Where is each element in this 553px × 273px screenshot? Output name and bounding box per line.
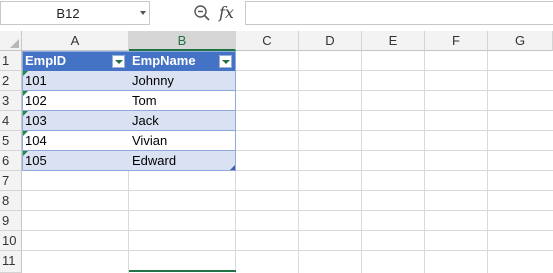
grid-vline [361,51,362,273]
error-indicator-icon [22,111,28,117]
column-header-a[interactable]: A [22,31,129,51]
chevron-down-icon [222,60,230,64]
dropdown-arrow-icon[interactable] [140,11,146,15]
table-cell[interactable]: 102 [22,91,129,111]
error-indicator-icon [22,91,28,97]
error-indicator-icon [22,131,28,137]
name-box[interactable]: B12 [0,1,150,25]
row-header-8[interactable]: 8 [0,191,22,211]
row-header-1[interactable]: 1 [0,51,22,71]
grid-hline [22,210,553,211]
row-header-5[interactable]: 5 [0,131,22,151]
row-header-6[interactable]: 6 [0,151,22,171]
row-header-4[interactable]: 4 [0,111,22,131]
table-cell[interactable]: 105 [22,151,129,171]
select-all-corner[interactable] [0,31,22,51]
formula-input[interactable] [245,1,553,25]
table-cell[interactable]: Vivian [129,131,236,151]
column-header-b[interactable]: B [129,31,236,51]
table-header-label: EmpName [132,53,196,68]
chevron-down-icon [115,60,123,64]
column-header-c[interactable]: C [236,31,299,51]
filter-dropdown-icon[interactable] [219,55,232,68]
column-header-g[interactable]: G [488,31,553,51]
grid-vline [487,51,488,273]
table-cell[interactable]: Tom [129,91,236,111]
row-header-9[interactable]: 9 [0,211,22,231]
column-header-e[interactable]: E [362,31,425,51]
table-cell[interactable]: 103 [22,111,129,131]
error-indicator-icon [22,71,28,77]
table-cell[interactable]: Edward [129,151,236,171]
formula-bar: B12 fx [0,0,553,30]
grid-hline [22,230,553,231]
column-header-d[interactable]: D [299,31,362,51]
filter-dropdown-icon[interactable] [112,55,125,68]
table-resize-handle[interactable] [230,165,235,170]
row-header-7[interactable]: 7 [0,171,22,191]
select-all-icon [10,39,19,48]
table-header-label: EmpID [25,53,67,68]
row-header-2[interactable]: 2 [0,71,22,91]
table-cell[interactable]: 104 [22,131,129,151]
table-cell[interactable]: Jack [129,111,236,131]
table-header-cell[interactable]: EmpID [22,51,129,71]
zoom-icon[interactable] [193,4,211,22]
table-cell[interactable]: 101 [22,71,129,91]
spreadsheet-grid[interactable]: A B C D E F G 1 2 3 4 5 6 7 8 9 10 11 EmpID EmpName 101 Johnn… [0,31,553,273]
table-header-cell[interactable]: EmpName [129,51,236,71]
grid-vline [298,51,299,273]
grid-hline [22,190,553,191]
selected-cell-indicator[interactable] [129,270,236,272]
table-cell[interactable]: Johnny [129,71,236,91]
error-indicator-icon [22,151,28,157]
row-header-3[interactable]: 3 [0,91,22,111]
grid-hline [22,250,553,251]
grid-vline [424,51,425,273]
column-header-f[interactable]: F [425,31,488,51]
name-box-value: B12 [56,6,80,21]
fx-icon[interactable]: fx [219,3,234,22]
row-header-11[interactable]: 11 [0,251,22,273]
row-header-10[interactable]: 10 [0,231,22,251]
